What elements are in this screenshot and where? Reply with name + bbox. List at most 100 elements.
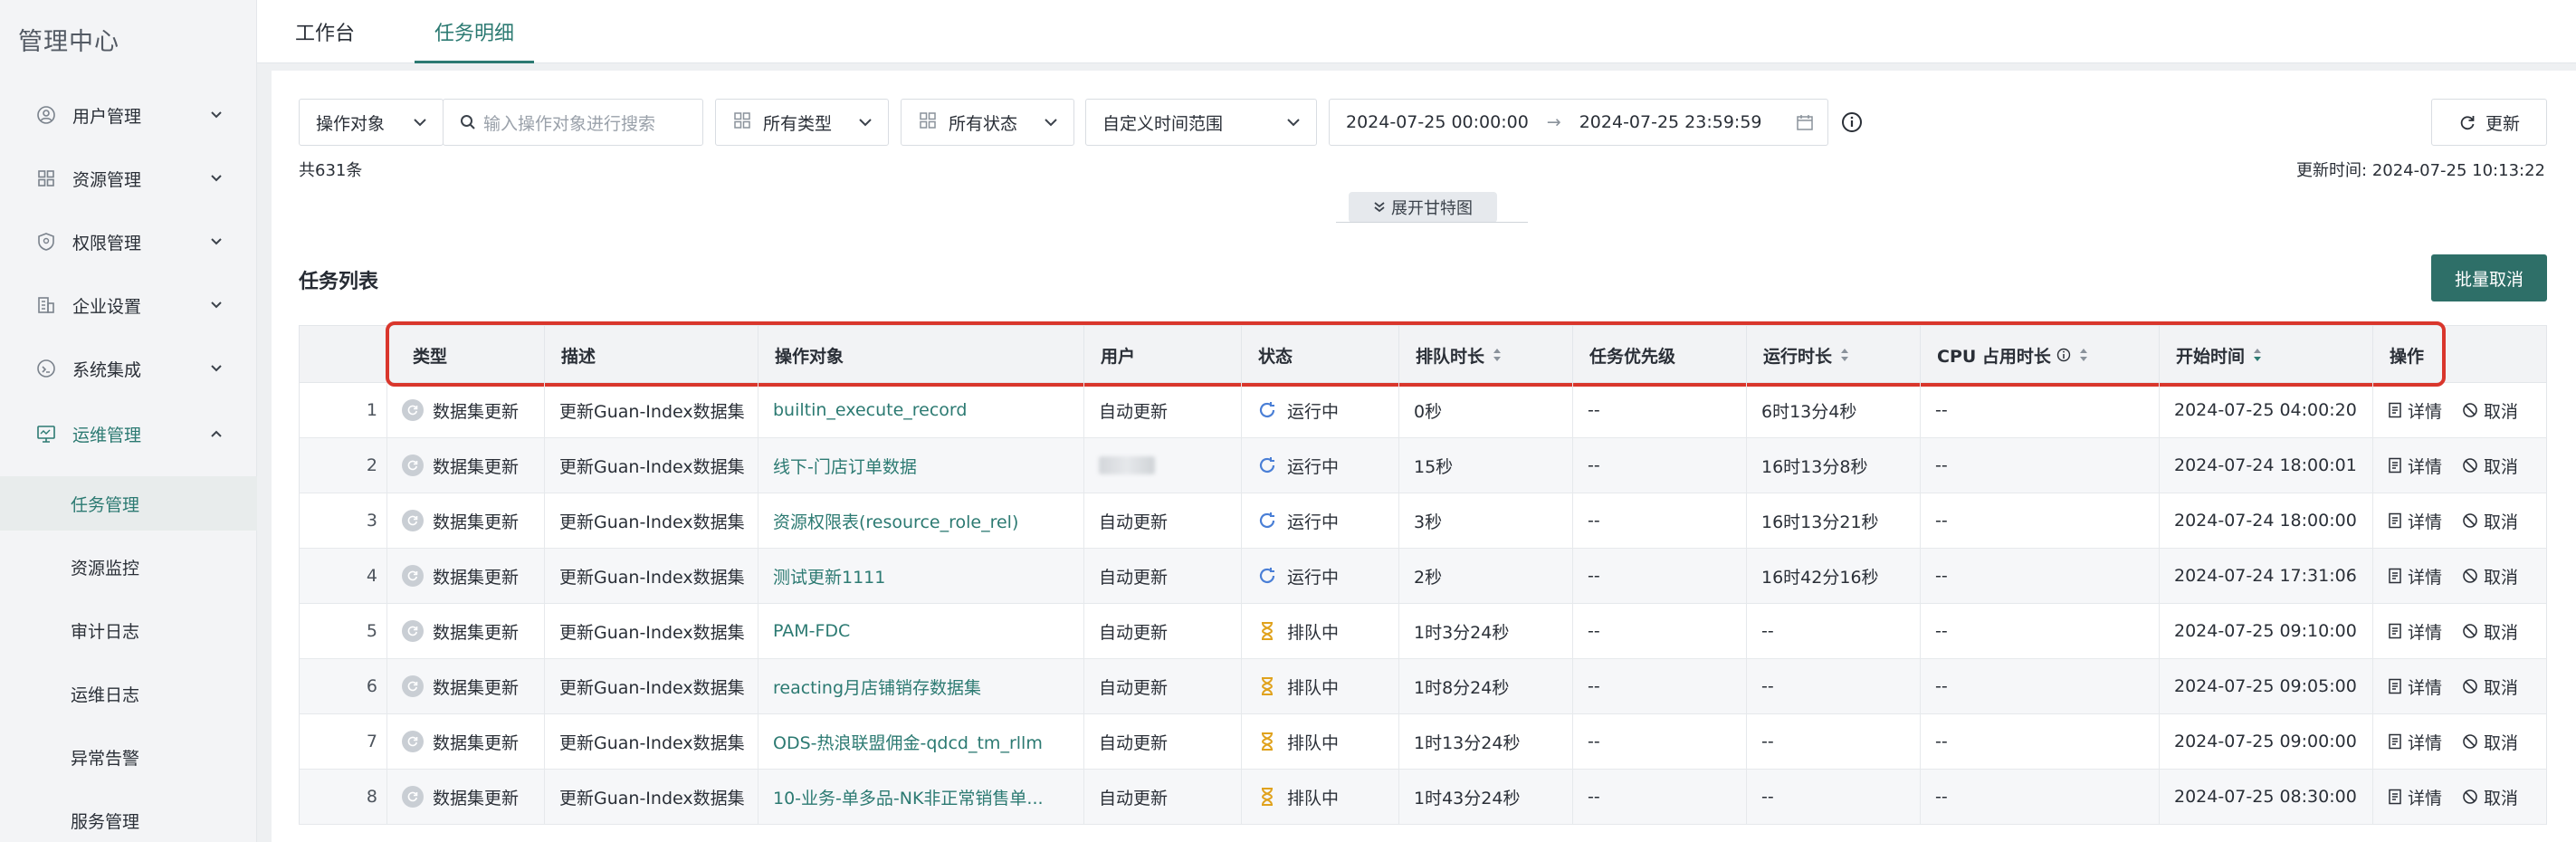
dataset-update-icon: [402, 675, 424, 697]
sidebar-subitem-ops-log[interactable]: 运维日志: [0, 666, 257, 721]
table-row[interactable]: 8 数据集更新 更新Guan-Index数据集 10-业务-单多品-NK非正常销售单.…: [299, 770, 2547, 825]
cancel-button[interactable]: 取消: [2462, 785, 2518, 809]
cell-user: 自动更新: [1083, 714, 1241, 769]
batch-cancel-button[interactable]: 批量取消: [2431, 254, 2547, 301]
header-start-time-label: 开始时间: [2176, 346, 2246, 367]
chevron-down-icon: [206, 295, 226, 315]
cell-run: --: [1746, 659, 1920, 713]
cancel-button[interactable]: 取消: [2462, 730, 2518, 754]
cell-start: 2024-07-25 04:00:20: [2159, 383, 2372, 437]
cell-user: 自动更新: [1083, 659, 1241, 713]
end-time[interactable]: 2024-07-25 23:59:59: [1579, 112, 1762, 132]
header-start-time[interactable]: 开始时间: [2159, 326, 2372, 384]
sidebar-item-enterprise-settings[interactable]: 企业设置: [0, 278, 257, 332]
table-header: 类型 描述 操作对象 用户 状态 排队时长 任务优先级 运行时长 CPU 占用时…: [299, 325, 2547, 384]
sidebar-item-ops-management[interactable]: 运维管理: [0, 407, 257, 461]
cell-user: 自动更新: [1083, 383, 1241, 437]
detail-button[interactable]: 详情: [2388, 730, 2442, 754]
integration-icon: [34, 357, 58, 380]
cancel-button[interactable]: 取消: [2462, 454, 2518, 478]
cell-queue: 2秒: [1398, 549, 1572, 603]
target-link[interactable]: ODS-热浪联盟佣金-qdcd_tm_rllm: [773, 730, 1043, 754]
table-row[interactable]: 2 数据集更新 更新Guan-Index数据集 线下-门店订单数据 运行中 15秒 -- 16…: [299, 438, 2547, 493]
table-row[interactable]: 6 数据集更新 更新Guan-Index数据集 reacting月店铺销存数据集 自动更…: [299, 659, 2547, 714]
sidebar-subitem-label: 运维日志: [71, 684, 140, 705]
refresh-button[interactable]: 更新: [2431, 99, 2547, 146]
detail-button[interactable]: 详情: [2388, 564, 2442, 588]
dataset-update-icon: [402, 620, 424, 642]
expand-gantt-button[interactable]: 展开甘特图: [1349, 192, 1497, 223]
type-select[interactable]: 所有类型: [715, 99, 889, 146]
detail-button[interactable]: 详情: [2388, 619, 2442, 644]
detail-label: 详情: [2408, 677, 2443, 698]
cell-cpu: --: [1920, 604, 2159, 658]
sidebar-subitem-task-management[interactable]: 任务管理: [0, 476, 257, 531]
time-range-select[interactable]: 自定义时间范围: [1085, 99, 1317, 146]
cancel-button[interactable]: 取消: [2462, 509, 2518, 533]
sidebar-item-system-integration[interactable]: 系统集成: [0, 341, 257, 396]
hourglass-icon: [1256, 731, 1278, 752]
detail-button[interactable]: 详情: [2388, 454, 2442, 478]
target-link[interactable]: PAM-FDC: [773, 621, 850, 641]
tab-workbench[interactable]: 工作台: [295, 0, 355, 63]
info-icon[interactable]: [1841, 111, 1863, 133]
target-link[interactable]: 资源权限表(resource_role_rel): [773, 509, 1018, 533]
detail-button[interactable]: 详情: [2388, 675, 2442, 699]
cancel-button[interactable]: 取消: [2462, 564, 2518, 588]
brand-title: 管理中心: [18, 28, 119, 56]
detail-button[interactable]: 详情: [2388, 398, 2442, 423]
detail-label: 详情: [2408, 732, 2443, 753]
sidebar-subitem-label: 审计日志: [71, 621, 140, 642]
table-row[interactable]: 5 数据集更新 更新Guan-Index数据集 PAM-FDC 自动更新 排队中 1时3分2…: [299, 604, 2547, 659]
status-select-value: 所有状态: [949, 113, 1018, 134]
object-select[interactable]: 操作对象: [299, 99, 444, 146]
sidebar-subitem-alerts[interactable]: 异常告警: [0, 730, 257, 784]
status-text: 运行中: [1287, 401, 1340, 422]
cell-run: 16时42分16秒: [1746, 549, 1920, 603]
building-icon: [34, 293, 58, 317]
calendar-icon: [1795, 112, 1815, 132]
cancel-button[interactable]: 取消: [2462, 398, 2518, 423]
running-spinner-icon: [1256, 454, 1278, 476]
sidebar-item-permission-management[interactable]: 权限管理: [0, 215, 257, 269]
target-link[interactable]: builtin_execute_record: [773, 400, 967, 420]
target-link[interactable]: 10-业务-单多品-NK非正常销售单...: [773, 785, 1044, 809]
target-link[interactable]: 线下-门店订单数据: [773, 454, 917, 478]
redacted-user: [1099, 456, 1155, 474]
cell-queue: 1时43分24秒: [1398, 770, 1572, 824]
table-row[interactable]: 3 数据集更新 更新Guan-Index数据集 资源权限表(resource_role…: [299, 493, 2547, 549]
cancel-button[interactable]: 取消: [2462, 619, 2518, 644]
cell-desc: 更新Guan-Index数据集: [544, 770, 758, 824]
table-row[interactable]: 1 数据集更新 更新Guan-Index数据集 builtin_execute_rec…: [299, 383, 2547, 438]
start-time[interactable]: 2024-07-25 00:00:00: [1330, 112, 1529, 132]
sidebar-subitem-service-management[interactable]: 服务管理: [0, 793, 257, 842]
target-link[interactable]: reacting月店铺销存数据集: [773, 675, 981, 699]
header-cpu-time[interactable]: CPU 占用时长: [1920, 326, 2159, 384]
sidebar-subitem-audit-log[interactable]: 审计日志: [0, 603, 257, 657]
target-link[interactable]: 测试更新1111: [773, 564, 885, 588]
type-select-value: 所有类型: [763, 113, 833, 134]
detail-button[interactable]: 详情: [2388, 785, 2442, 809]
sidebar-item-user-management[interactable]: 用户管理: [0, 88, 257, 142]
cancel-button[interactable]: 取消: [2462, 675, 2518, 699]
header-user: 用户: [1083, 326, 1241, 384]
table-row[interactable]: 7 数据集更新 更新Guan-Index数据集 ODS-热浪联盟佣金-qdcd_tm_…: [299, 714, 2547, 770]
cell-ops: 详情 取消: [2372, 549, 2548, 603]
date-range-picker[interactable]: 2024-07-25 00:00:00 → 2024-07-25 23:59:5…: [1329, 99, 1828, 146]
table-row[interactable]: 4 数据集更新 更新Guan-Index数据集 测试更新1111 自动更新 运行中 2秒 --…: [299, 549, 2547, 604]
type-text: 数据集更新: [433, 567, 520, 588]
search-input[interactable]: 输入操作对象进行搜索: [443, 99, 703, 146]
sidebar-item-resource-management[interactable]: 资源管理: [0, 151, 257, 206]
info-icon[interactable]: [2056, 348, 2071, 362]
dataset-update-icon: [402, 399, 424, 421]
header-run-time[interactable]: 运行时长: [1746, 326, 1920, 384]
detail-button[interactable]: 详情: [2388, 509, 2442, 533]
status-select[interactable]: 所有状态: [901, 99, 1074, 146]
status-text: 排队中: [1287, 732, 1340, 753]
tab-task-details[interactable]: 任务明细: [414, 0, 535, 63]
cell-start: 2024-07-25 08:30:00: [2159, 770, 2372, 824]
header-queue-time[interactable]: 排队时长: [1398, 326, 1572, 384]
dataset-update-icon: [402, 454, 424, 476]
sidebar-subitem-resource-monitor[interactable]: 资源监控: [0, 540, 257, 594]
cell-desc: 更新Guan-Index数据集: [544, 714, 758, 769]
